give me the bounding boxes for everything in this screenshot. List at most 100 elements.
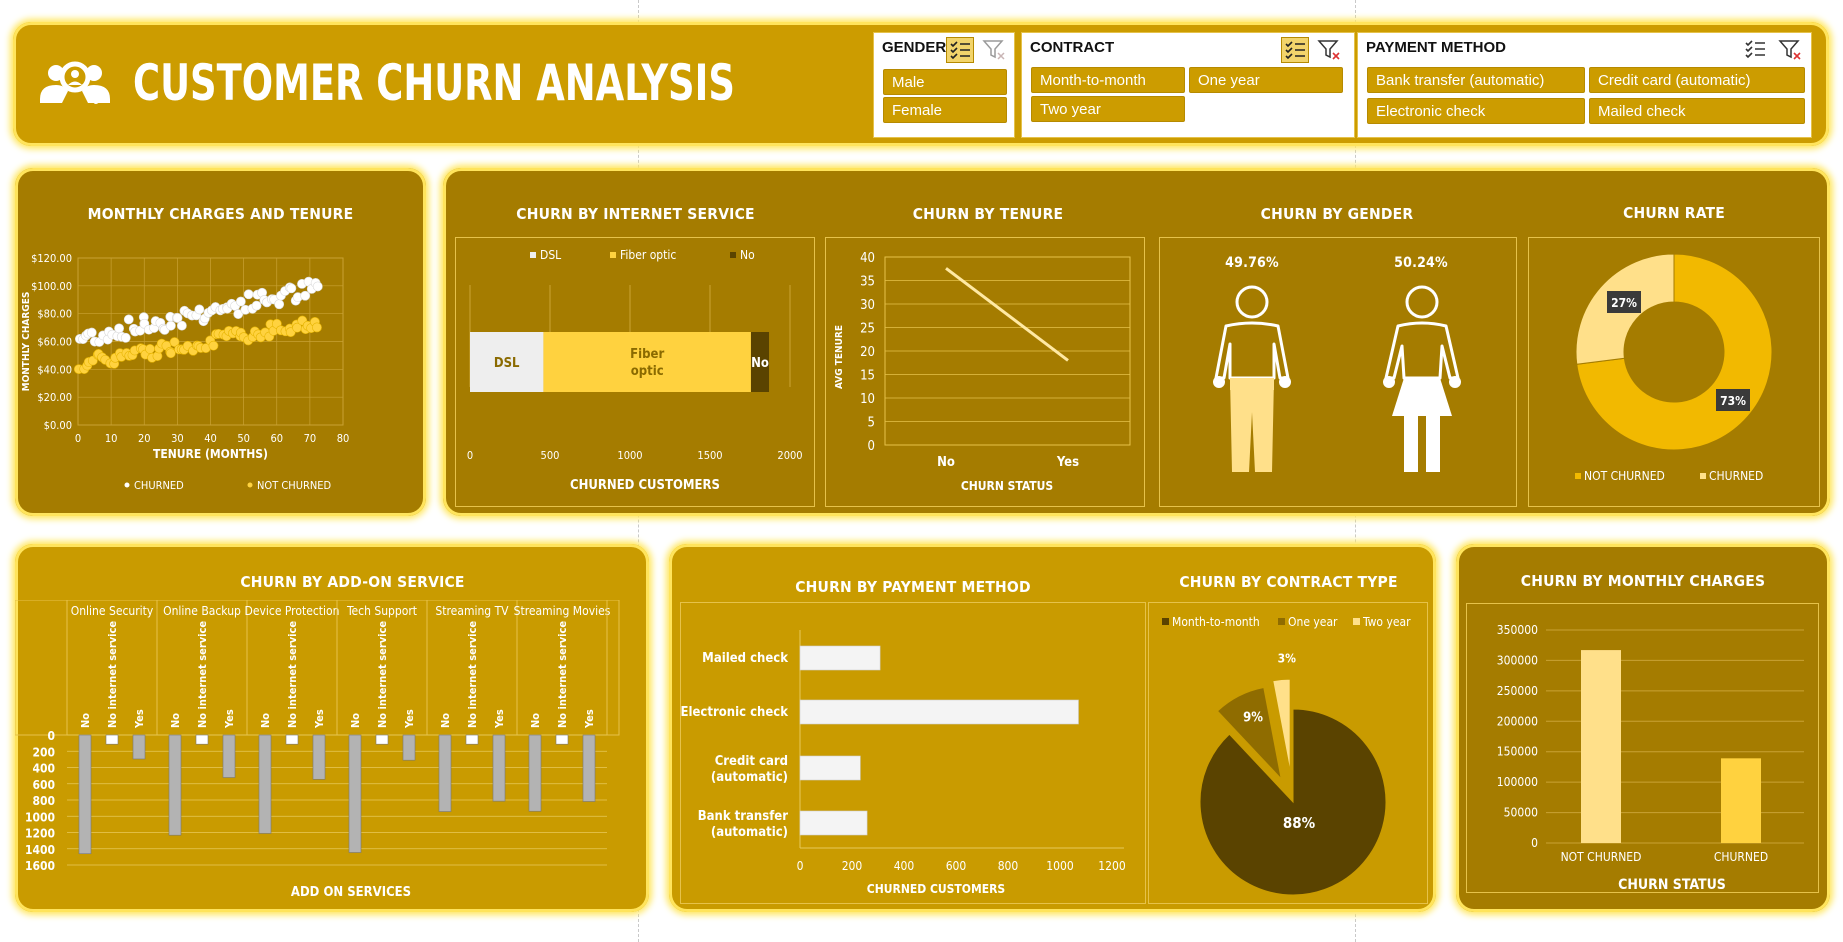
slicer-item-credit-card[interactable]: Credit card (automatic) — [1589, 67, 1805, 93]
x-tick-label: 2000 — [777, 449, 802, 462]
multi-select-icon[interactable] — [1742, 37, 1768, 61]
churned-point — [312, 281, 323, 292]
legend-label: DSL — [540, 248, 561, 262]
y-tick-label: 150000 — [1497, 745, 1538, 759]
churned-point — [123, 314, 134, 325]
slicer-item-month-to-month[interactable]: Month-to-month — [1031, 67, 1185, 93]
addon-bar — [465, 734, 479, 745]
x-tick-label: Yes — [1056, 455, 1079, 470]
clear-filter-icon[interactable] — [1778, 39, 1802, 61]
x-tick-label: 50 — [237, 432, 250, 445]
addon-title: CHURN BY ADD-ON SERVICE — [240, 573, 465, 591]
addon-service-chart: 0 200 400 600 800 1000 1200 1400 1600 Online Secu… — [15, 600, 620, 900]
multi-select-icon[interactable] — [1281, 37, 1309, 63]
group-label: Streaming Movies — [514, 604, 611, 618]
not-churned-point — [145, 344, 155, 354]
monthly-charges-bar — [1721, 758, 1761, 843]
slicer-item-two-year[interactable]: Two year — [1031, 96, 1185, 122]
subcategory-label: Yes — [583, 709, 596, 729]
data-label: 73% — [1720, 394, 1746, 408]
segment-label: optic — [631, 364, 664, 379]
y-axis-label: MONTHLY CHARGES — [21, 292, 32, 392]
y-tick-label: 400 — [32, 762, 55, 776]
customer-search-icon — [36, 55, 114, 113]
x-tick-label: 400 — [894, 859, 915, 873]
y-tick-label: 1200 — [25, 827, 55, 841]
subcategory-label: No — [259, 713, 272, 728]
y-tick-label: $100.00 — [31, 280, 72, 293]
slicer-item-female[interactable]: Female — [883, 97, 1007, 123]
legend-swatch — [530, 252, 536, 258]
category-label: Credit card — [715, 754, 788, 769]
tenure-line — [945, 267, 1069, 362]
contract-slicer-title: CONTRACT — [1030, 39, 1115, 56]
slicer-item-male[interactable]: Male — [883, 69, 1007, 95]
subcategory-label: No — [529, 713, 542, 728]
legend-churned: CHURNED — [1709, 469, 1763, 483]
group-label: Device Protection — [245, 604, 340, 618]
x-tick-label: 1000 — [617, 449, 642, 462]
legend-swatch — [1575, 473, 1581, 479]
x-tick-label: CHURNED — [1714, 850, 1768, 864]
legend-not-churned: NOT CHURNED — [257, 479, 332, 492]
scatter-chart: $120.00 $100.00 $80.00 $60.00 $40.00 $20.00 $0… — [21, 252, 349, 492]
monthly-charges-title: CHURN BY MONTHLY CHARGES — [1520, 572, 1766, 590]
male-percent: 49.76% — [1225, 255, 1279, 271]
gender-title: CHURN BY GENDER — [1260, 205, 1414, 223]
y-tick-label: 200 — [32, 745, 55, 759]
pie-slice — [1199, 708, 1387, 896]
female-figure-icon — [1383, 285, 1461, 472]
subcategory-label: No internet service — [376, 621, 389, 728]
legend-label: Fiber optic — [620, 248, 676, 262]
category-label: Mailed check — [702, 651, 788, 666]
payment-bar — [799, 755, 861, 781]
legend-label: Month-to-month — [1172, 615, 1260, 629]
subcategory-label: Yes — [223, 709, 236, 729]
subcategory-label: No — [79, 713, 92, 728]
y-tick-label: $80.00 — [37, 308, 72, 321]
churned-point — [86, 327, 97, 338]
clear-filter-icon[interactable] — [982, 39, 1006, 61]
x-axis-label: ADD ON SERVICES — [291, 885, 411, 900]
churned-point — [251, 300, 262, 311]
data-label: 27% — [1611, 296, 1637, 310]
gender-slicer: GENDER Male Female — [873, 32, 1015, 138]
churn-rate-donut: 73% 27% NOT CHURNED CHURNED — [1575, 253, 1773, 483]
churned-point — [300, 290, 311, 301]
y-tick-label: 250000 — [1497, 684, 1538, 698]
addon-bar — [492, 734, 506, 802]
x-tick-label: 20 — [138, 432, 151, 445]
subcategory-label: Yes — [403, 709, 416, 729]
payment-title: CHURN BY PAYMENT METHOD — [795, 578, 1031, 596]
x-axis-label: CHURN STATUS — [1618, 877, 1726, 893]
monthly-tenure-title: MONTHLY CHARGES AND TENURE — [87, 205, 354, 223]
x-tick-label: 0 — [797, 859, 804, 873]
category-label: Electronic check — [681, 705, 789, 720]
group-label: Online Security — [71, 604, 154, 618]
payment-slicer-title: PAYMENT METHOD — [1366, 39, 1507, 56]
y-tick-label: $40.00 — [37, 363, 72, 376]
segment-label: No — [751, 356, 769, 371]
slicer-item-one-year[interactable]: One year — [1189, 67, 1343, 93]
subcategory-label: No internet service — [286, 621, 299, 728]
slicer-item-electronic-check[interactable]: Electronic check — [1367, 98, 1585, 124]
x-tick-label: 1000 — [1046, 859, 1074, 873]
clear-filter-icon[interactable] — [1317, 39, 1341, 61]
y-tick-label: 35 — [860, 275, 875, 290]
x-tick-label: 40 — [204, 432, 217, 445]
y-tick-label: $20.00 — [37, 391, 72, 404]
female-percent: 50.24% — [1394, 255, 1448, 271]
multi-select-icon[interactable] — [946, 37, 974, 63]
x-tick-label: 70 — [304, 432, 317, 445]
addon-bar — [555, 734, 569, 745]
category-label: (automatic) — [711, 825, 788, 840]
slicer-item-bank-transfer[interactable]: Bank transfer (automatic) — [1367, 67, 1585, 93]
contract-title: CHURN BY CONTRACT TYPE — [1179, 573, 1398, 591]
y-tick-label: 0 — [47, 729, 55, 743]
not-churned-point — [312, 322, 322, 333]
slicer-item-mailed-check[interactable]: Mailed check — [1589, 98, 1805, 124]
tenure-chart: 40 35 30 25 20 15 10 5 0 No YesCHURN STATUS AVG TEN… — [834, 251, 1131, 493]
data-label: 3% — [1278, 652, 1297, 666]
contract-type-pie: Month-to-month One year Two year 88% 9% 3% — [1162, 615, 1411, 896]
y-tick-label: 300000 — [1497, 653, 1538, 667]
